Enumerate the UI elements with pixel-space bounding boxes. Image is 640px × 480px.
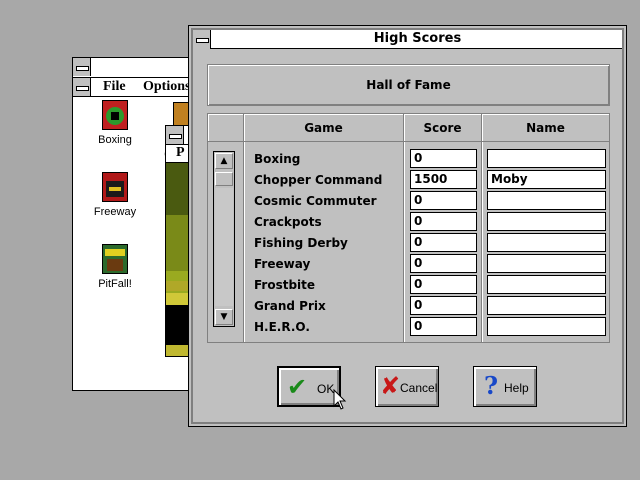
- table-row: Freeway 0: [208, 254, 609, 275]
- program-icon-label: PitFall!: [98, 278, 132, 290]
- mouse-pointer-icon: [333, 389, 347, 410]
- system-menu-icon[interactable]: [73, 58, 91, 76]
- high-scores-dialog: High Scores Hall of Fame Game Score Name…: [188, 25, 627, 427]
- game-name: Boxing: [254, 152, 301, 166]
- score-field[interactable]: 0: [410, 191, 477, 210]
- name-field[interactable]: [487, 233, 606, 252]
- game-name: Chopper Command: [254, 173, 383, 187]
- header-name: Name: [482, 114, 609, 142]
- dialog-titlebar[interactable]: High Scores: [193, 30, 622, 49]
- score-field[interactable]: 1500: [410, 170, 477, 189]
- help-button-label: Help: [504, 381, 529, 395]
- table-row: H.E.R.O. 0: [208, 317, 609, 338]
- game-name: Fishing Derby: [254, 236, 348, 250]
- name-field[interactable]: [487, 317, 606, 336]
- ok-button[interactable]: ✔ OK: [277, 366, 341, 407]
- ok-button-label: OK: [317, 382, 335, 396]
- dialog-title: High Scores: [373, 31, 462, 46]
- header-game: Game: [244, 114, 404, 142]
- score-field[interactable]: 0: [410, 296, 477, 315]
- name-field[interactable]: [487, 254, 606, 273]
- system-menu-icon[interactable]: [166, 126, 184, 144]
- system-menu-icon[interactable]: [193, 30, 211, 49]
- score-field[interactable]: 0: [410, 254, 477, 273]
- pitfall-cartridge-icon: [102, 244, 128, 274]
- help-button[interactable]: ? Help: [473, 366, 537, 407]
- name-field[interactable]: Moby: [487, 170, 606, 189]
- cancel-button-label: Cancel: [400, 381, 438, 395]
- hall-of-fame-heading: Hall of Fame: [207, 64, 610, 106]
- name-field[interactable]: [487, 149, 606, 168]
- game-name: Frostbite: [254, 278, 316, 292]
- menu-partial[interactable]: P: [176, 145, 185, 160]
- program-icon-pitfall[interactable]: PitFall!: [85, 244, 145, 290]
- group-window-titlebar[interactable]: [73, 58, 201, 78]
- menu-options[interactable]: Options: [143, 79, 190, 95]
- checkmark-icon: ✔: [287, 373, 308, 401]
- cancel-button[interactable]: ✘ Cancel: [375, 366, 439, 407]
- name-field[interactable]: [487, 296, 606, 315]
- name-field[interactable]: [487, 191, 606, 210]
- score-field[interactable]: 0: [410, 233, 477, 252]
- game-name: Freeway: [254, 257, 311, 271]
- program-icon-label: Freeway: [93, 206, 137, 218]
- menu-bar: File Options: [73, 78, 201, 97]
- program-icon-label: Boxing: [98, 134, 132, 146]
- system-menu-icon[interactable]: [73, 78, 91, 96]
- program-icon-boxing[interactable]: Boxing: [85, 100, 145, 146]
- table-row: Cosmic Commuter 0: [208, 191, 609, 212]
- table-row: Fishing Derby 0: [208, 233, 609, 254]
- game-name: Cosmic Commuter: [254, 194, 377, 208]
- menu-file[interactable]: File: [103, 79, 126, 95]
- table-row: Frostbite 0: [208, 275, 609, 296]
- program-icon-freeway[interactable]: Freeway: [85, 172, 145, 218]
- name-field[interactable]: [487, 212, 606, 231]
- score-field[interactable]: 0: [410, 317, 477, 336]
- boxing-cartridge-icon: [102, 100, 128, 130]
- freeway-cartridge-icon: [102, 172, 128, 202]
- scores-table: Game Score Name ▲ ▼ Boxing 0 Chopper Com…: [207, 113, 610, 343]
- name-field[interactable]: [487, 275, 606, 294]
- table-row: Grand Prix 0: [208, 296, 609, 317]
- score-field[interactable]: 0: [410, 212, 477, 231]
- cancel-x-icon: ✘: [380, 372, 401, 400]
- game-name: H.E.R.O.: [254, 320, 310, 334]
- help-question-icon: ?: [484, 371, 499, 400]
- game-name: Crackpots: [254, 215, 322, 229]
- table-row: Boxing 0: [208, 149, 609, 170]
- score-field[interactable]: 0: [410, 149, 477, 168]
- score-field[interactable]: 0: [410, 275, 477, 294]
- table-row: Chopper Command 1500 Moby: [208, 170, 609, 191]
- table-row: Crackpots 0: [208, 212, 609, 233]
- header-blank: [208, 114, 244, 142]
- game-name: Grand Prix: [254, 299, 326, 313]
- header-score: Score: [404, 114, 482, 142]
